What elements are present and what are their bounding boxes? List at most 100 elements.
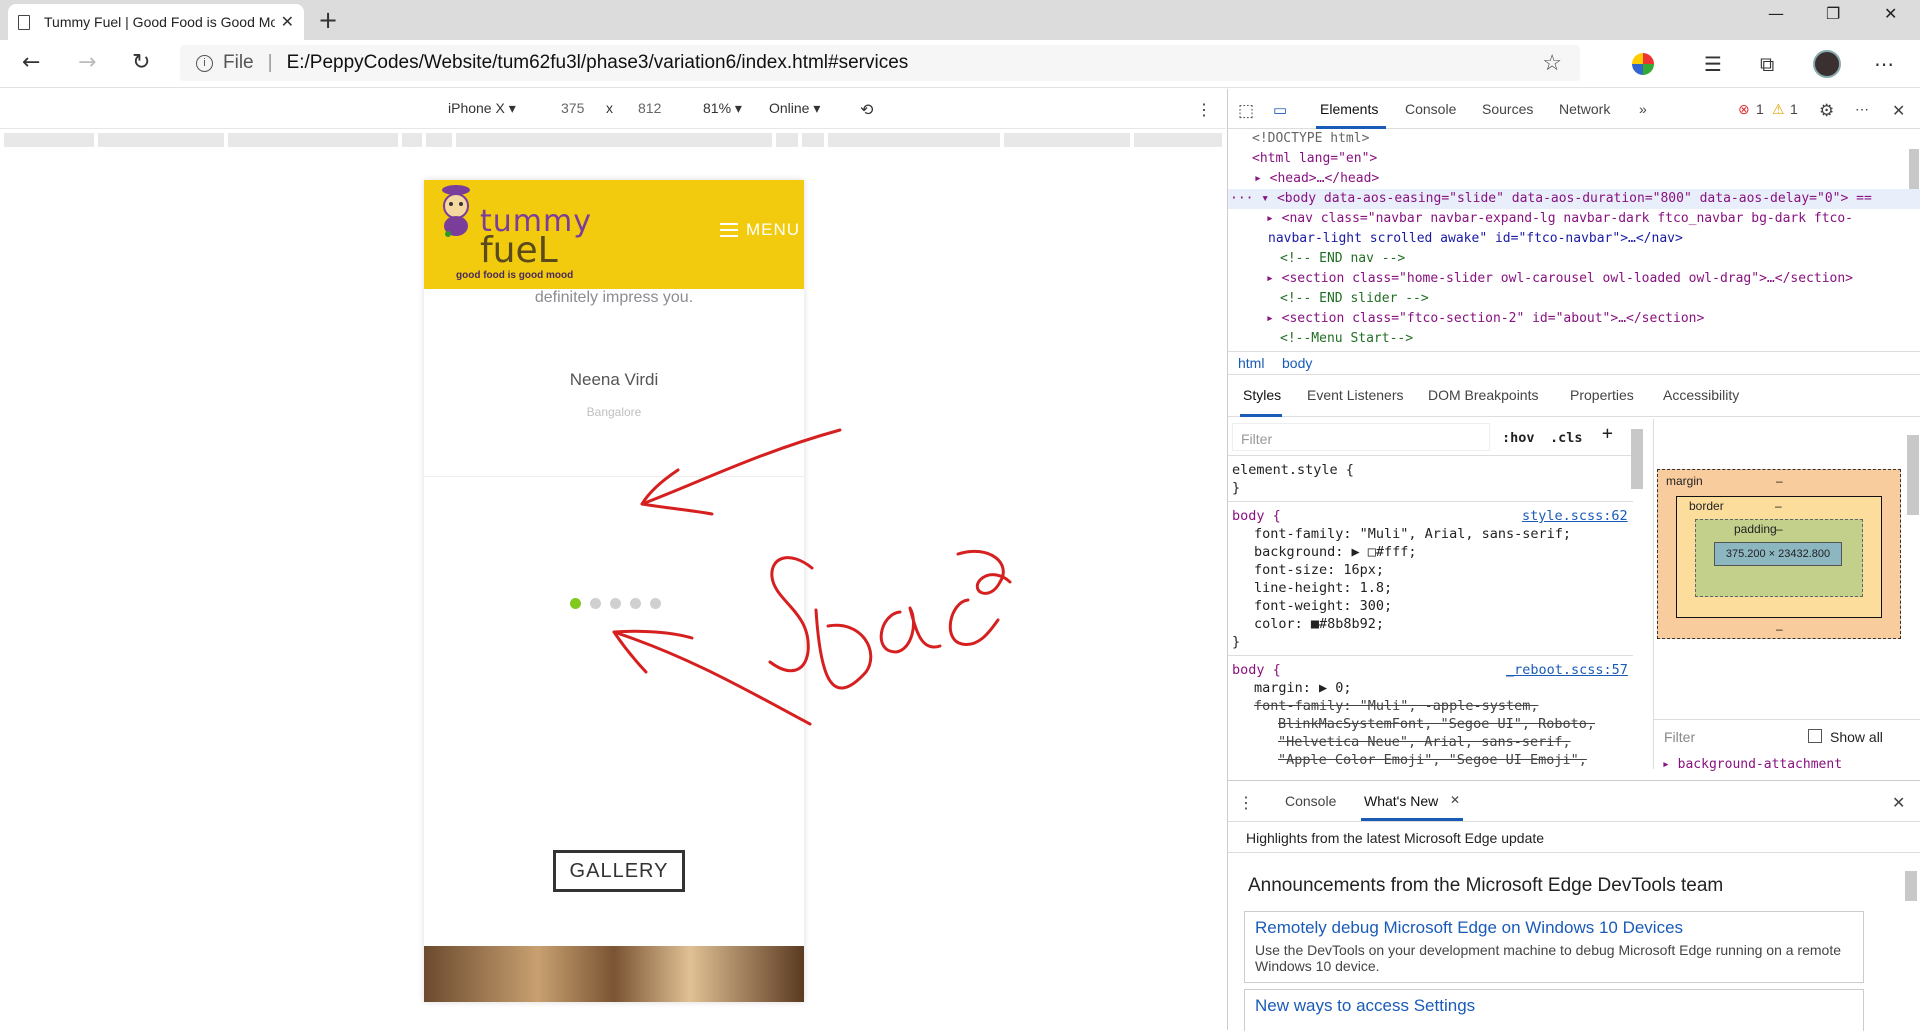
close-tab-icon[interactable]: ✕ bbox=[281, 12, 294, 32]
settings-gear-icon[interactable]: ⚙ bbox=[1819, 101, 1834, 121]
tab-event-listeners[interactable]: Event Listeners bbox=[1307, 387, 1404, 403]
computed-property[interactable]: ▸ background-attachment bbox=[1662, 757, 1842, 772]
css-property-overridden[interactable]: BlinkMacSystemFont, "Segoe UI", Roboto, bbox=[1278, 715, 1595, 733]
dom-line-head[interactable]: ▸ <head>…</head> bbox=[1254, 169, 1379, 189]
new-tab-button[interactable]: + bbox=[318, 6, 338, 34]
hov-toggle[interactable]: :hov bbox=[1502, 429, 1535, 447]
media-query-segment[interactable] bbox=[802, 133, 824, 147]
cls-toggle[interactable]: .cls bbox=[1550, 429, 1583, 447]
device-toggle-icon[interactable]: ▭ bbox=[1273, 101, 1287, 119]
tab-dom-breakpoints[interactable]: DOM Breakpoints bbox=[1428, 387, 1538, 403]
rule-source-link[interactable]: _reboot.scss:57 bbox=[1506, 661, 1628, 679]
card-title-link[interactable]: New ways to access Settings bbox=[1255, 996, 1853, 1016]
dom-scrollbar[interactable] bbox=[1909, 149, 1919, 189]
css-property-overridden[interactable]: "Helvetica Neue", Arial, sans-serif, bbox=[1278, 733, 1571, 751]
card-title-link[interactable]: Remotely debug Microsoft Edge on Windows… bbox=[1255, 918, 1853, 938]
gallery-heading-button[interactable]: GALLERY bbox=[553, 850, 685, 892]
css-property[interactable]: line-height: 1.8; bbox=[1254, 579, 1392, 597]
rule-selector[interactable]: body { bbox=[1232, 661, 1281, 679]
show-all-checkbox[interactable] bbox=[1808, 729, 1822, 743]
box-border[interactable]: border – padding – 375.200 × 23432.800 bbox=[1676, 496, 1882, 618]
dom-line-section[interactable]: ▸ <section class="ftco-section-2" id="ab… bbox=[1266, 309, 1704, 329]
media-query-bar[interactable] bbox=[0, 130, 1226, 152]
box-content-size[interactable]: 375.200 × 23432.800 bbox=[1714, 542, 1842, 566]
rule-source-link[interactable]: style.scss:62 bbox=[1522, 507, 1628, 525]
css-property-overridden[interactable]: font-family: "Muli", -apple-system, bbox=[1254, 697, 1538, 715]
url-text[interactable]: E:/PeppyCodes/Website/tum62fu3l/phase3/v… bbox=[287, 52, 909, 74]
computed-scrollbar[interactable] bbox=[1907, 435, 1919, 515]
close-devtools-icon[interactable]: ✕ bbox=[1892, 101, 1905, 121]
error-icon[interactable]: ⊗ bbox=[1738, 101, 1750, 118]
device-more-icon[interactable]: ⋮ bbox=[1196, 100, 1212, 120]
width-input[interactable]: 375 bbox=[561, 100, 584, 116]
dom-line[interactable]: navbar-light scrolled awake" id="ftco-na… bbox=[1268, 229, 1683, 249]
media-query-segment[interactable] bbox=[426, 133, 452, 147]
css-property[interactable]: font-family: "Muli", Arial, sans-serif; bbox=[1254, 525, 1571, 543]
zoom-select[interactable]: 81% ▾ bbox=[703, 100, 742, 117]
dom-line[interactable]: <!--Menu Start--> bbox=[1280, 329, 1413, 343]
styles-scrollbar[interactable] bbox=[1631, 429, 1643, 489]
dom-line-body-selected[interactable]: ··· ▾ <body data-aos-easing="slide" data… bbox=[1228, 189, 1920, 209]
carousel-dot[interactable] bbox=[610, 598, 621, 609]
carousel-dot[interactable] bbox=[590, 598, 601, 609]
computed-filter-input[interactable]: Filter bbox=[1664, 729, 1695, 745]
dom-line-nav[interactable]: ▸ <nav class="navbar navbar-expand-lg na… bbox=[1266, 209, 1853, 229]
menu-toggle-button[interactable]: MENU bbox=[719, 220, 800, 240]
drawer-tab-whats-new[interactable]: What's New bbox=[1364, 793, 1438, 809]
new-rule-icon[interactable]: + bbox=[1602, 425, 1613, 443]
tab-styles[interactable]: Styles bbox=[1243, 387, 1281, 403]
announcement-card[interactable]: Remotely debug Microsoft Edge on Windows… bbox=[1244, 911, 1864, 983]
media-query-segment[interactable] bbox=[456, 133, 772, 147]
settings-more-icon[interactable]: ⋯ bbox=[1874, 52, 1894, 76]
drawer-scrollbar[interactable] bbox=[1905, 871, 1917, 901]
media-query-segment[interactable] bbox=[98, 133, 224, 147]
collections-icon[interactable]: ⧉ bbox=[1760, 52, 1774, 76]
rule-selector[interactable]: body { bbox=[1232, 507, 1281, 525]
network-select[interactable]: Online ▾ bbox=[769, 100, 820, 117]
element-style-rule[interactable]: element.style { bbox=[1232, 461, 1354, 479]
tab-network[interactable]: Network bbox=[1559, 101, 1610, 117]
box-padding[interactable]: padding – 375.200 × 23432.800 bbox=[1695, 519, 1863, 597]
drawer-more-icon[interactable]: ⋮ bbox=[1238, 793, 1254, 813]
media-query-segment[interactable] bbox=[1134, 133, 1222, 147]
address-bar[interactable]: i File | E:/PeppyCodes/Website/tum62fu3l… bbox=[180, 45, 1580, 81]
carousel-dot[interactable] bbox=[650, 598, 661, 609]
warning-count[interactable]: 1 bbox=[1790, 101, 1798, 117]
css-property[interactable]: margin: ▶ 0; bbox=[1254, 679, 1352, 697]
tab-elements[interactable]: Elements bbox=[1320, 101, 1378, 117]
carousel-dot[interactable] bbox=[570, 598, 581, 609]
favorite-star-icon[interactable]: ☆ bbox=[1542, 50, 1562, 76]
profile-avatar[interactable] bbox=[1813, 50, 1841, 78]
tab-properties[interactable]: Properties bbox=[1570, 387, 1634, 403]
dom-line[interactable]: <!-- END slider --> bbox=[1280, 289, 1429, 309]
maximize-button[interactable]: ❐ bbox=[1826, 4, 1840, 23]
back-button[interactable]: ← bbox=[22, 50, 40, 75]
media-query-segment[interactable] bbox=[828, 133, 1000, 147]
css-property[interactable]: background: ▶ □#fff; bbox=[1254, 543, 1417, 561]
warning-icon[interactable]: ⚠ bbox=[1772, 101, 1785, 118]
height-input[interactable]: 812 bbox=[638, 100, 661, 116]
inspect-element-icon[interactable]: ⬚ bbox=[1238, 101, 1254, 121]
close-drawer-icon[interactable]: ✕ bbox=[1892, 793, 1905, 813]
carousel-dot[interactable] bbox=[630, 598, 641, 609]
extension-icon[interactable] bbox=[1632, 53, 1654, 75]
close-whats-new-icon[interactable]: ✕ bbox=[1450, 793, 1460, 807]
dom-line[interactable]: <!DOCTYPE html> bbox=[1252, 129, 1369, 149]
box-margin[interactable]: margin – – border – padding – 375.200 × … bbox=[1657, 469, 1901, 639]
tab-sources[interactable]: Sources bbox=[1482, 101, 1533, 117]
media-query-segment[interactable] bbox=[4, 133, 94, 147]
drawer-tab-console[interactable]: Console bbox=[1285, 793, 1336, 809]
dom-line[interactable]: <!-- END nav --> bbox=[1280, 249, 1405, 269]
css-property-overridden[interactable]: "Apple Color Emoji", "Segoe UI Emoji", bbox=[1278, 751, 1587, 769]
breadcrumb-html[interactable]: html bbox=[1238, 355, 1264, 371]
devtools-more-icon[interactable]: ⋯ bbox=[1855, 101, 1869, 118]
media-query-segment[interactable] bbox=[228, 133, 398, 147]
css-property[interactable]: font-size: 16px; bbox=[1254, 561, 1384, 579]
more-tabs-icon[interactable]: » bbox=[1639, 101, 1647, 117]
forward-button[interactable]: → bbox=[78, 50, 96, 75]
media-query-segment[interactable] bbox=[1004, 133, 1130, 147]
styles-filter-input[interactable]: Filter bbox=[1232, 423, 1490, 451]
css-property[interactable]: font-weight: 300; bbox=[1254, 597, 1392, 615]
favorites-icon[interactable]: ☰ bbox=[1704, 52, 1722, 76]
media-query-segment[interactable] bbox=[776, 133, 798, 147]
